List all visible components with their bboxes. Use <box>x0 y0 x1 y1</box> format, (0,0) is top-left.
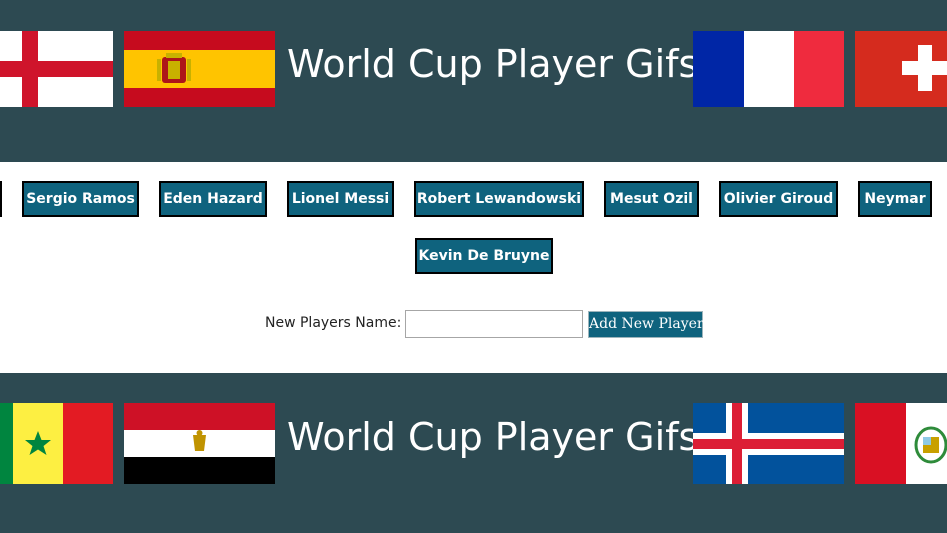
iceland-flag <box>693 403 844 484</box>
player-button-kevin-de-bruyne[interactable]: Kevin De Bruyne <box>415 238 553 274</box>
player-button-olivier-giroud[interactable]: Olivier Giroud <box>719 181 838 217</box>
player-button-mesut-ozil[interactable]: Mesut Ozil <box>604 181 699 217</box>
player-button-sergio-ramos[interactable]: Sergio Ramos <box>22 181 139 217</box>
new-player-name-label: New Players Name: <box>265 315 402 331</box>
top-banner: World Cup Player Gifs <box>0 0 947 162</box>
england-flag <box>0 31 113 107</box>
france-flag <box>693 31 844 107</box>
peru-flag <box>855 403 947 484</box>
add-new-player-button[interactable]: Add New Player <box>588 311 704 338</box>
player-button-robert-lewandowski[interactable]: Robert Lewandowski <box>414 181 584 217</box>
footer-title: World Cup Player Gifs <box>287 415 699 459</box>
switzerland-flag <box>855 31 947 107</box>
page-title: World Cup Player Gifs <box>287 42 699 86</box>
egypt-flag <box>124 403 275 484</box>
senegal-flag <box>0 403 113 484</box>
player-button-eden-hazard[interactable]: Eden Hazard <box>159 181 267 217</box>
player-button-lionel-messi[interactable]: Lionel Messi <box>287 181 394 217</box>
player-button-partial[interactable] <box>0 181 2 217</box>
bottom-banner: World Cup Player Gifs <box>0 373 947 533</box>
spain-flag <box>124 31 275 107</box>
player-button-neymar[interactable]: Neymar <box>858 181 932 217</box>
new-player-name-input[interactable] <box>405 310 583 338</box>
